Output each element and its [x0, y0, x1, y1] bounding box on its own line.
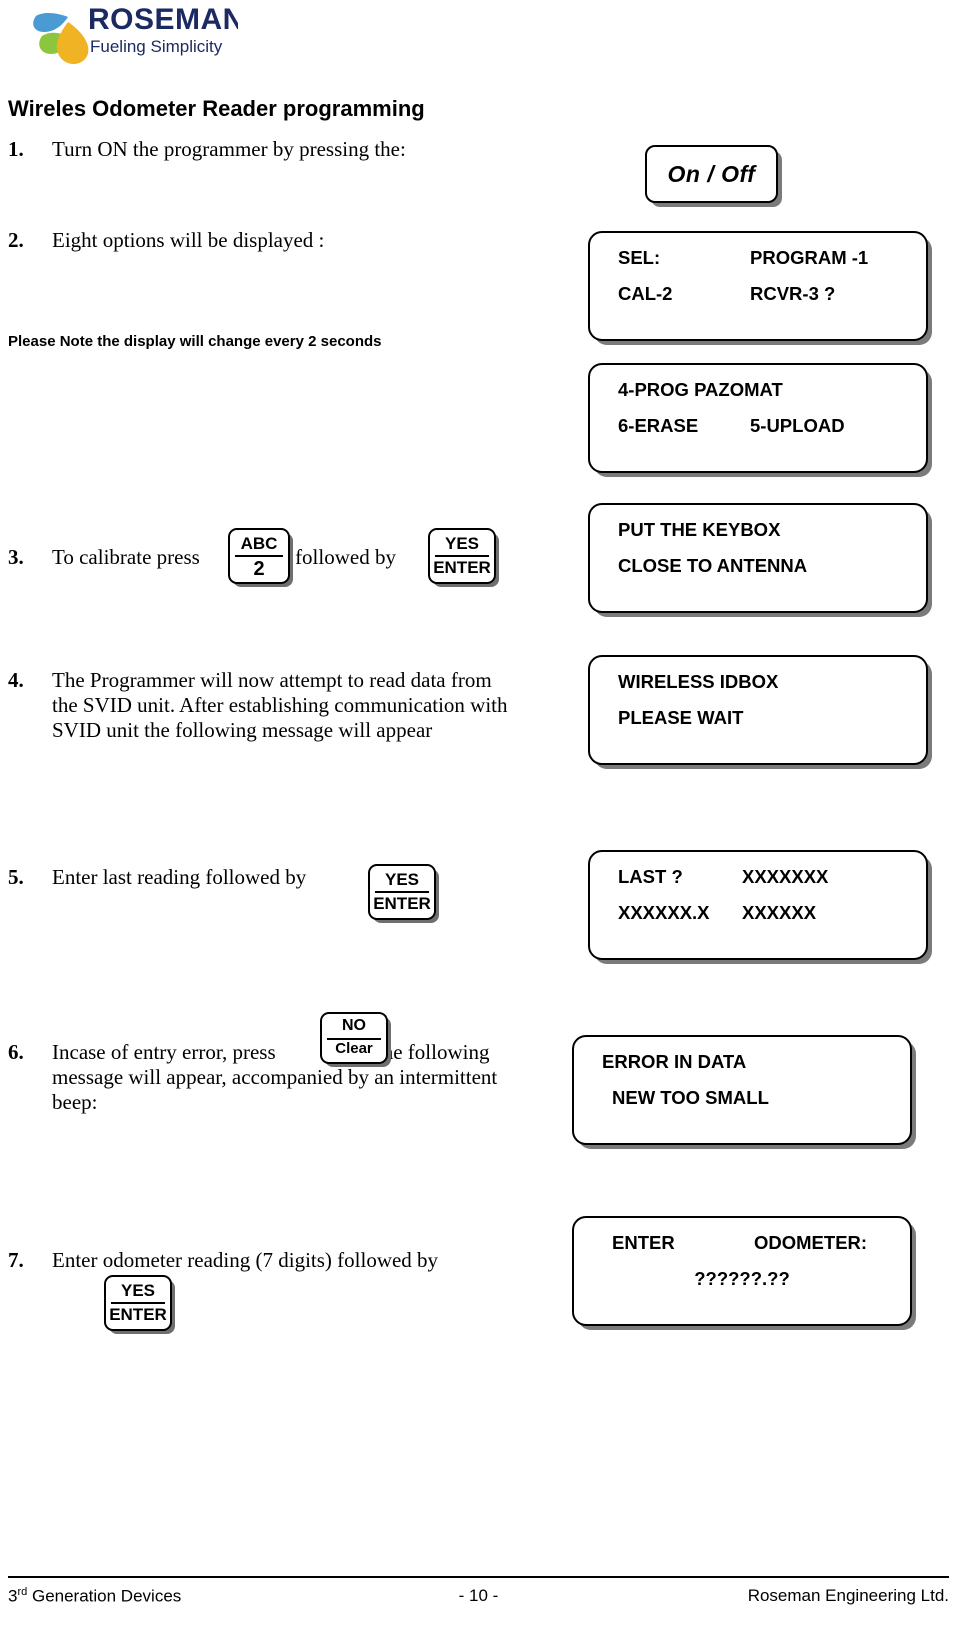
key-abc-2-top: ABC: [240, 534, 278, 553]
display-timing-note: Please Note the display will change ever…: [8, 333, 382, 350]
key-no-clear-bottom: Clear: [335, 1040, 373, 1057]
display-7-line-1-right: ODOMETER:: [754, 1232, 868, 1253]
footer-divider: [8, 1576, 949, 1578]
display-1-line-1-right: PROGRAM -1: [750, 247, 869, 268]
footer-company: Roseman Engineering Ltd.: [747, 1586, 949, 1605]
key-abc-2-bottom: 2: [253, 558, 265, 580]
page-title: Wireles Odometer Reader programming: [8, 96, 425, 121]
display-4-line-2-left: PLEASE WAIT: [618, 707, 744, 728]
step-3-number: 3.: [8, 545, 24, 569]
display-3-line-2-left: CLOSE TO ANTENNA: [618, 555, 808, 576]
display-5-line-2-right: XXXXXX: [742, 902, 817, 923]
display-7-line-2: ??????.??: [574, 1268, 910, 1300]
display-6-line-2: NEW TOO SMALL: [574, 1087, 910, 1119]
display-5-line-2: XXXXXX.X XXXXXX: [590, 902, 926, 934]
display-3-line-1: PUT THE KEYBOX: [590, 519, 926, 551]
key-yes-enter-step-5-top: YES: [384, 870, 420, 889]
step-5-text: Enter last reading followed by: [52, 865, 307, 889]
step-2-number: 2.: [8, 228, 24, 252]
step-3-text-mid: followed by: [295, 545, 396, 569]
display-4-line-1-left: WIRELESS IDBOX: [618, 671, 779, 692]
display-5-line-1: LAST ? XXXXXXX: [590, 866, 926, 898]
step-2: 2. Eight options will be displayed :: [8, 228, 528, 253]
key-yes-enter-step-7-divider: [111, 1302, 165, 1304]
key-yes-enter-step-5-bottom: ENTER: [373, 894, 431, 913]
display-select-options-2: 4-PROG PAZOMAT 6-ERASE 5-UPLOAD: [588, 363, 928, 473]
logo-tagline-text: Fueling Simplicity: [90, 37, 223, 56]
key-yes-enter-step-3-divider: [435, 555, 489, 557]
on-off-key-label: On / Off: [667, 160, 756, 187]
display-error-in-data: ERROR IN DATA NEW TOO SMALL: [572, 1035, 912, 1145]
key-yes-enter-step-5[interactable]: YES ENTER: [368, 864, 436, 920]
step-1: 1. Turn ON the programmer by pressing th…: [8, 137, 528, 162]
step-6-text-pre: Incase of entry error, press: [52, 1040, 276, 1064]
display-put-keybox: PUT THE KEYBOX CLOSE TO ANTENNA: [588, 503, 928, 613]
on-off-key[interactable]: On / Off: [645, 145, 778, 203]
step-7-text: Enter odometer reading (7 digits) follow…: [52, 1248, 439, 1272]
step-3-text-pre: To calibrate press: [52, 545, 200, 569]
key-abc-2-divider: [235, 555, 283, 557]
display-7-line-1: ENTER ODOMETER:: [574, 1232, 910, 1264]
display-1-line-1-left: SEL:: [618, 247, 661, 268]
display-select-options-1: SEL: PROGRAM -1 CAL-2 RCVR-3 ?: [588, 231, 928, 341]
step-5: 5. Enter last reading followed by: [8, 865, 528, 890]
step-1-text: Turn ON the programmer by pressing the:: [52, 137, 406, 161]
display-wireless-idbox: WIRELESS IDBOX PLEASE WAIT: [588, 655, 928, 765]
display-6-line-1-left: ERROR IN DATA: [602, 1051, 747, 1072]
key-no-clear[interactable]: NO Clear: [320, 1012, 388, 1064]
display-1-line-2: CAL-2 RCVR-3 ?: [590, 283, 926, 315]
display-2-line-1-left: 4-PROG PAZOMAT: [618, 379, 783, 400]
key-yes-enter-step-3[interactable]: YES ENTER: [428, 528, 496, 584]
display-2-line-1: 4-PROG PAZOMAT: [590, 379, 926, 411]
step-6: 6. Incase of entry error, press the foll…: [8, 1040, 528, 1115]
display-5-line-2-left: XXXXXX.X: [618, 902, 710, 923]
key-abc-2[interactable]: ABC 2: [228, 528, 290, 584]
step-2-text: Eight options will be displayed :: [52, 228, 325, 252]
key-yes-enter-step-5-divider: [375, 891, 429, 893]
display-4-line-2: PLEASE WAIT: [590, 707, 926, 739]
display-2-line-2-left: 6-ERASE: [618, 415, 699, 436]
step-4: 4. The Programmer will now attempt to re…: [8, 668, 508, 743]
display-6-line-1: ERROR IN DATA: [574, 1051, 910, 1083]
key-no-clear-top: NO: [342, 1017, 366, 1034]
display-last-reading: LAST ? XXXXXXX XXXXXX.X XXXXXX: [588, 850, 928, 960]
step-5-number: 5.: [8, 865, 24, 889]
display-2-line-2-right: 5-UPLOAD: [750, 415, 845, 436]
display-enter-odometer: ENTER ODOMETER: ??????.??: [572, 1216, 912, 1326]
display-5-line-1-left: LAST ?: [618, 866, 683, 887]
logo-brand-text: ROSEMAN: [88, 3, 238, 36]
step-4-number: 4.: [8, 668, 24, 692]
display-7-line-2-center: ??????.??: [694, 1268, 790, 1289]
display-1-line-2-right: RCVR-3 ?: [750, 283, 836, 304]
key-yes-enter-step-7-bottom: ENTER: [109, 1305, 167, 1324]
display-2-line-2: 6-ERASE 5-UPLOAD: [590, 415, 926, 447]
step-1-number: 1.: [8, 137, 24, 161]
display-7-line-1-left: ENTER: [612, 1232, 675, 1253]
display-6-line-2-left: NEW TOO SMALL: [612, 1087, 769, 1108]
display-3-line-2: CLOSE TO ANTENNA: [590, 555, 926, 587]
step-6-number: 6.: [8, 1040, 24, 1064]
step-7: 7. Enter odometer reading (7 digits) fol…: [8, 1248, 528, 1273]
display-5-line-1-right: XXXXXXX: [742, 866, 829, 887]
key-yes-enter-step-7-top: YES: [120, 1281, 156, 1300]
display-4-line-1: WIRELESS IDBOX: [590, 671, 926, 703]
display-1-line-2-left: CAL-2: [618, 283, 673, 304]
key-yes-enter-step-7[interactable]: YES ENTER: [104, 1275, 172, 1331]
display-1-line-1: SEL: PROGRAM -1: [590, 247, 926, 279]
step-4-text: The Programmer will now attempt to read …: [52, 668, 508, 742]
display-3-line-1-left: PUT THE KEYBOX: [618, 519, 781, 540]
company-logo: ROSEMAN Fueling Simplicity: [28, 2, 238, 68]
step-7-number: 7.: [8, 1248, 24, 1272]
key-yes-enter-step-3-bottom: ENTER: [433, 558, 491, 577]
key-yes-enter-step-3-top: YES: [444, 534, 480, 553]
